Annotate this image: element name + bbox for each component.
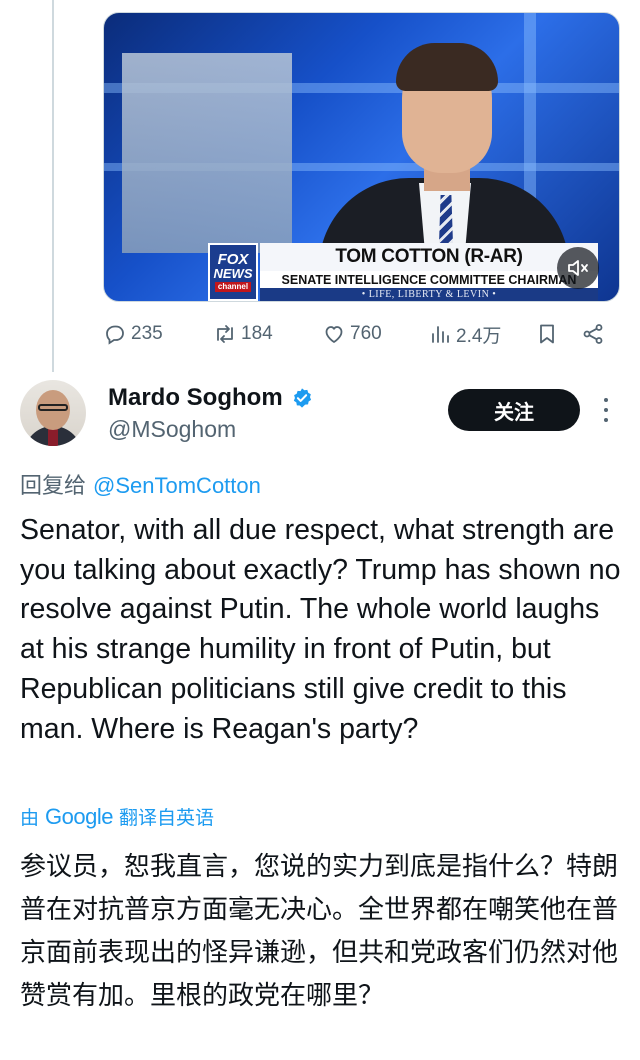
tweet-text: Senator, with all due respect, what stre… (20, 514, 621, 745)
more-dot-icon (604, 398, 608, 402)
views-count: 2.4万 (456, 325, 502, 347)
author-display-name[interactable]: Mardo Soghom (108, 384, 283, 412)
repost-count: 184 (241, 323, 273, 344)
follow-button[interactable]: 关注 (448, 389, 580, 431)
translated-prefix: 由 (20, 807, 40, 829)
like-count: 760 (350, 323, 382, 344)
avatar-glasses (38, 404, 68, 411)
logo-line-2: NEWS (213, 266, 253, 281)
more-dot-icon (604, 408, 608, 412)
translated-suffix: 翻译自英语 (118, 807, 214, 829)
reply-button[interactable]: 235 (103, 318, 163, 350)
tweet-video[interactable]: FOX NEWS channel TOM COTTON (R-AR) SENAT… (103, 12, 620, 302)
reply-to-mention-link[interactable]: @SenTomCotton (93, 473, 261, 498)
heart-icon (325, 326, 343, 343)
verified-badge-icon (293, 388, 311, 408)
bookmark-button[interactable] (535, 318, 559, 350)
background-panel (122, 53, 292, 253)
speaker-muted-icon (568, 260, 588, 276)
translated-text: 参议员，恕我直言，您说的实力到底是指什么？特朗普在对抗普京方面毫无决心。全世界都… (20, 852, 619, 1011)
bookmark-icon (540, 324, 554, 344)
more-dot-icon (604, 418, 608, 422)
lower-third-name: TOM COTTON (R-AR) (260, 243, 598, 271)
logo-line-1: FOX (217, 251, 249, 268)
more-options-button[interactable] (596, 398, 616, 422)
lower-third-show: • LIFE, LIBERTY & LEVIN • (260, 288, 598, 301)
author-handle[interactable]: @MSoghom (108, 416, 236, 443)
reply-count: 235 (131, 323, 163, 344)
tweet-action-bar: 235 184 760 2.4万 (103, 318, 613, 350)
share-icon (583, 324, 603, 344)
mute-button[interactable] (557, 247, 599, 289)
reply-to-prefix: 回复给 (20, 474, 87, 499)
author-name-row: Mardo Soghom (108, 384, 313, 412)
logo-line-3: channel (214, 282, 252, 292)
translated-by-google[interactable]: 由 Google 翻译自英语 (20, 803, 214, 830)
replying-to: 回复给 @SenTomCotton (20, 468, 261, 500)
lower-third-title: SENATE INTELLIGENCE COMMITTEE CHAIRMAN (260, 271, 598, 288)
google-logo-text: Google (45, 803, 113, 829)
avatar[interactable] (20, 380, 86, 446)
thread-connector-line (52, 0, 54, 372)
repost-icon (217, 325, 233, 343)
views-button[interactable]: 2.4万 (428, 318, 501, 350)
reply-icon (106, 325, 124, 345)
fox-news-logo: FOX NEWS channel (208, 243, 258, 301)
share-button[interactable] (581, 318, 605, 350)
speaker-hair (396, 43, 498, 91)
like-button[interactable]: 760 (322, 318, 382, 350)
repost-button[interactable]: 184 (213, 318, 273, 350)
news-lower-third: FOX NEWS channel TOM COTTON (R-AR) SENAT… (180, 243, 598, 301)
views-chart-icon (432, 326, 449, 343)
